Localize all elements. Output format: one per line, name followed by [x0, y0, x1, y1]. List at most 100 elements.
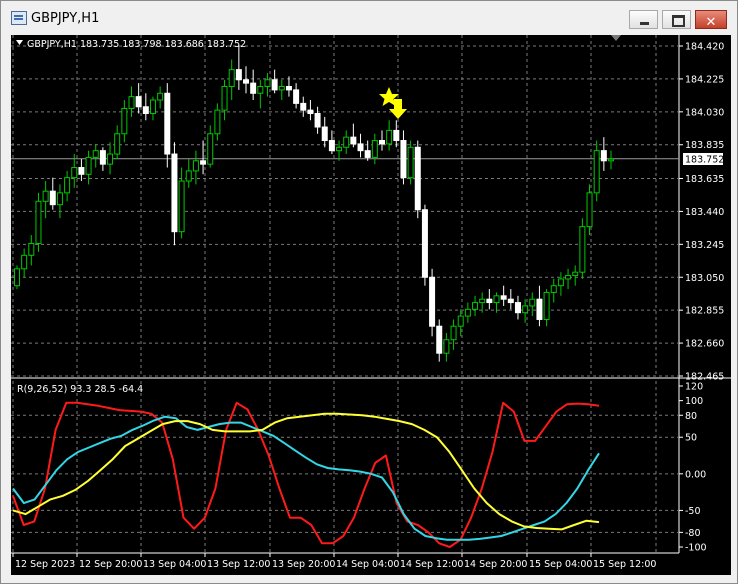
- indicator-tick-label: 0.00: [685, 469, 706, 480]
- candle-body: [278, 86, 285, 91]
- candle-body: [314, 113, 321, 128]
- candle-body: [121, 107, 128, 135]
- price-tick-label: 184.225: [685, 74, 724, 85]
- candle-body: [243, 79, 250, 84]
- time-tick-label: 14 Sep 20:00: [464, 559, 527, 570]
- minimize-button[interactable]: [629, 10, 658, 29]
- candle-body: [164, 92, 171, 155]
- candle-body: [328, 140, 335, 152]
- candle-body: [336, 146, 343, 152]
- candle-body: [85, 156, 92, 175]
- price-tick-label: 184.030: [685, 107, 724, 118]
- candle-body: [28, 242, 35, 256]
- candle-body: [608, 158, 614, 162]
- candle-body: [293, 89, 300, 104]
- candle-body: [565, 275, 572, 280]
- indicator-tick-label: 100: [685, 396, 703, 407]
- candle-body: [107, 153, 114, 165]
- indicator-readout: R(9,26,52) 93.3 28.5 -64.4: [17, 384, 143, 395]
- candle-body: [429, 276, 436, 327]
- price-tick-label: 183.440: [685, 207, 724, 218]
- candle-body: [207, 133, 214, 165]
- candle-body: [586, 192, 593, 228]
- candle-body: [257, 86, 264, 94]
- candle-body: [579, 226, 586, 273]
- symbol-price-readout: GBPJPY,H1 183.735 183.798 183.686 183.75…: [27, 39, 246, 50]
- candle-body: [600, 150, 607, 162]
- maximize-button[interactable]: [662, 10, 691, 29]
- candle-body: [443, 339, 450, 354]
- candle-body: [271, 79, 278, 91]
- close-button[interactable]: ✕: [695, 10, 727, 30]
- candle-body: [214, 109, 221, 135]
- chart-shift-marker-icon[interactable]: [611, 35, 621, 41]
- current-price-label: 183.752: [685, 155, 724, 166]
- candle-body: [321, 126, 328, 142]
- candle-body: [56, 192, 63, 206]
- candle-body: [307, 109, 314, 115]
- time-tick-label: 14 Sep 12:00: [400, 559, 463, 570]
- price-tick-label: 183.635: [685, 174, 724, 185]
- price-tick-label: 183.835: [685, 140, 724, 151]
- indicator-red-line: [12, 401, 600, 548]
- candle-body: [78, 167, 85, 175]
- chart-area[interactable]: 184.420 184.225 184.030 183.835 183.635 183.4…: [11, 35, 731, 575]
- candle-body: [92, 150, 99, 158]
- time-tick-label: 13 Sep 12:00: [207, 559, 270, 570]
- candle-body: [457, 315, 464, 327]
- price-tick-label: 182.660: [685, 339, 724, 350]
- candle-body: [114, 133, 121, 155]
- price-tick-label: 182.855: [685, 306, 724, 317]
- current-price-marker: 183.752: [683, 153, 724, 166]
- candle-body: [421, 209, 428, 278]
- time-tick-label: 14 Sep 04:00: [336, 559, 399, 570]
- candle-body: [149, 99, 156, 115]
- time-tick-label: 12 Sep 2023: [15, 559, 75, 570]
- candle-body: [300, 102, 307, 111]
- window-title: GBPJPY,H1: [31, 11, 100, 26]
- price-tick-label: 184.420: [685, 42, 724, 53]
- indicator-yellow-line: [12, 412, 600, 531]
- candle-body: [500, 295, 507, 300]
- candle-body: [264, 79, 271, 88]
- candle-body: [42, 190, 49, 202]
- candle-body: [464, 308, 471, 317]
- indicator-tick-label: 80: [685, 411, 697, 422]
- chart-canvas[interactable]: 184.420 184.225 184.030 183.835 183.635 183.4…: [11, 35, 731, 575]
- indicator-tick-label: 50: [685, 433, 697, 444]
- candle-body: [200, 160, 207, 165]
- candle-body: [178, 180, 185, 233]
- candle-body: [35, 200, 42, 244]
- candle-body: [235, 69, 242, 81]
- candle-body: [400, 140, 407, 179]
- candle-body: [414, 146, 421, 211]
- time-tick-label: 15 Sep 12:00: [593, 559, 656, 570]
- candle-body: [71, 167, 78, 179]
- grid: [11, 35, 731, 557]
- candle-body: [135, 96, 142, 108]
- candle-body: [529, 298, 536, 307]
- indicator-tick-label: -80: [685, 528, 701, 539]
- candle-body: [285, 86, 292, 91]
- time-tick-label: 13 Sep 04:00: [143, 559, 206, 570]
- candle-body: [572, 271, 579, 277]
- indicator-tick-label: -50: [685, 506, 701, 517]
- candle-body: [350, 136, 357, 145]
- candle-body: [557, 278, 564, 287]
- time-tick-label: 15 Sep 04:00: [529, 559, 592, 570]
- candle-body: [378, 140, 385, 145]
- candle-body: [472, 302, 479, 310]
- candle-body: [450, 325, 457, 341]
- candle-body: [386, 129, 393, 145]
- candle-body: [514, 302, 521, 314]
- candle-body: [522, 305, 529, 314]
- candle-body: [221, 86, 228, 111]
- indicator-lines: [12, 401, 600, 548]
- candle-body: [128, 96, 135, 109]
- chart-menu-triangle-icon[interactable]: [16, 40, 23, 45]
- candle-body: [343, 136, 350, 148]
- price-candles: [14, 46, 614, 362]
- candle-body: [185, 170, 192, 182]
- window-titlebar[interactable]: GBPJPY,H1 ✕: [1, 1, 737, 35]
- chart-window: GBPJPY,H1 ✕ 184.420 184.225 184.030 183.835…: [0, 0, 738, 584]
